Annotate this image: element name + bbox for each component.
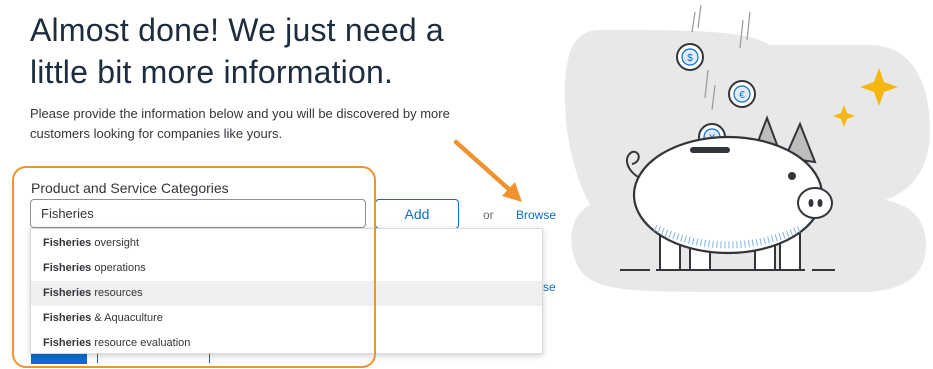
category-field-label: Product and Service Categories (31, 180, 229, 196)
suggestion-item[interactable]: Fisheries resource evaluation (31, 331, 542, 356)
page-title: Almost done! We just need a little bit m… (30, 12, 444, 90)
partial-link-behind-dropdown[interactable]: se (543, 280, 556, 294)
svg-text:€: € (739, 90, 745, 101)
piggy-bank-illustration: $ € ¥ (565, 4, 930, 292)
dollar-coin-icon: $ (676, 43, 704, 71)
suggestion-item[interactable]: Fisheries operations (31, 256, 542, 281)
category-search-input[interactable] (30, 199, 366, 228)
suggestion-item-highlighted[interactable]: Fisheries resources (31, 281, 542, 306)
suggestion-item[interactable]: Fisheries & Aquaculture (31, 306, 542, 331)
annotation-arrow-icon (453, 139, 522, 202)
svg-text:$: $ (687, 53, 693, 64)
suggestion-item[interactable]: Fisheries oversight (31, 231, 542, 256)
or-separator: or (483, 208, 494, 222)
page-description: Please provide the information below and… (30, 106, 450, 141)
suggestion-list: Fisheries oversight Fisheries operations… (30, 228, 543, 354)
browse-link[interactable]: Browse (516, 208, 556, 222)
euro-coin-icon: € (728, 80, 756, 108)
add-button[interactable]: Add (375, 199, 459, 229)
